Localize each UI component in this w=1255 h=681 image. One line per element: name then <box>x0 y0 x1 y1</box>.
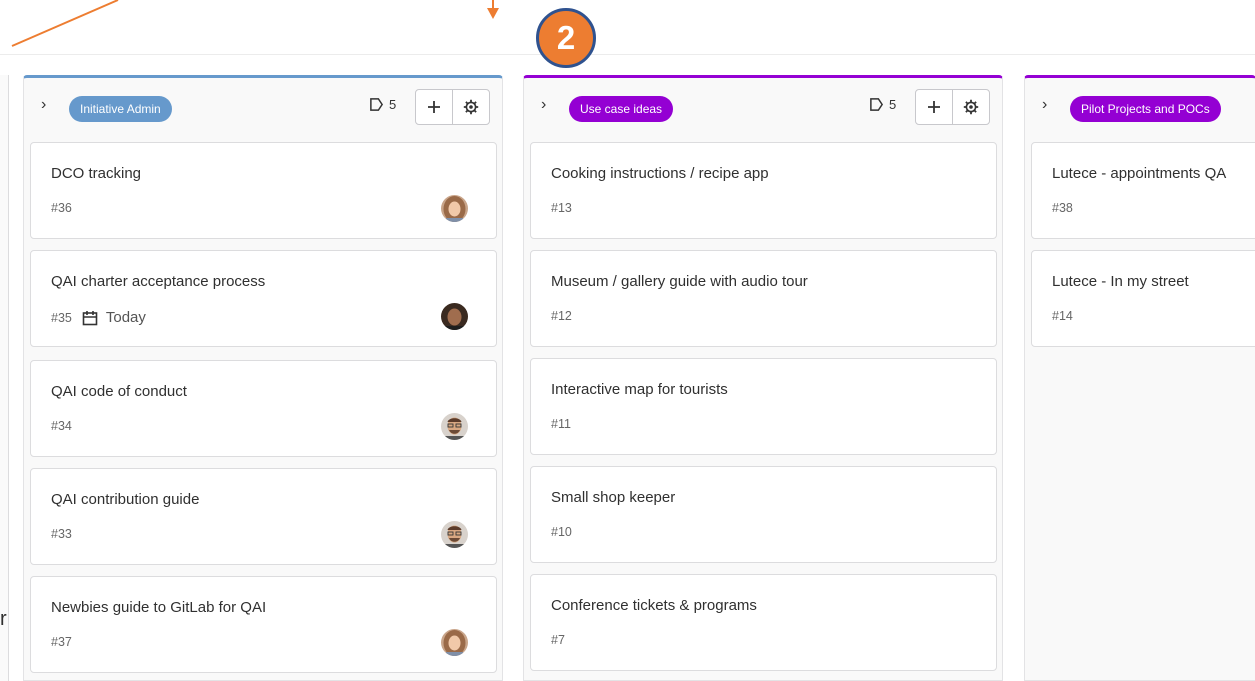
list-actions <box>915 89 990 125</box>
issue-reference: #36 <box>51 201 72 215</box>
list-settings-button[interactable] <box>452 90 489 124</box>
board-list-pilot-projects: › Pilot Projects and POCs Lutece - appoi… <box>1024 75 1255 681</box>
issue-meta: #34 <box>51 419 72 433</box>
issue-title[interactable]: Newbies guide to GitLab for QAI <box>51 599 266 616</box>
calendar-icon <box>82 310 98 325</box>
issue-reference: #11 <box>551 417 571 431</box>
issue-card[interactable]: Newbies guide to GitLab for QAI #37 <box>30 576 497 673</box>
list-header: › Pilot Projects and POCs <box>1025 78 1255 138</box>
assignee-avatar[interactable] <box>441 195 468 222</box>
issue-card[interactable]: QAI contribution guide #33 <box>30 468 497 565</box>
issue-meta: #35 Today <box>51 309 146 326</box>
previous-list-edge <box>0 75 9 681</box>
issue-card[interactable]: Lutece - In my street #14 <box>1031 250 1255 347</box>
list-label[interactable]: Initiative Admin <box>69 96 172 122</box>
list-header: › Initiative Admin 5 <box>24 78 502 138</box>
issue-title[interactable]: Museum / gallery guide with audio tour <box>551 273 808 290</box>
issues-icon <box>370 98 384 111</box>
issue-count: 5 <box>869 97 896 112</box>
issue-title[interactable]: Interactive map for tourists <box>551 381 728 398</box>
issue-title[interactable]: QAI code of conduct <box>51 383 187 400</box>
issue-card[interactable]: Conference tickets & programs #7 <box>530 574 997 671</box>
issues-icon <box>870 98 884 111</box>
assignee-avatar[interactable] <box>441 629 468 656</box>
chevron-right-icon[interactable]: › <box>1042 96 1047 114</box>
issue-title[interactable]: Small shop keeper <box>551 489 675 506</box>
issue-reference: #13 <box>551 201 572 215</box>
chevron-right-icon[interactable]: › <box>541 96 546 114</box>
issue-reference: #34 <box>51 419 72 433</box>
issue-reference: #37 <box>51 635 72 649</box>
issue-meta: #7 <box>551 633 565 647</box>
plus-icon <box>928 101 940 113</box>
issue-reference: #10 <box>551 525 572 539</box>
issue-card[interactable]: Interactive map for tourists #11 <box>530 358 997 455</box>
issue-meta: #14 <box>1052 309 1073 323</box>
plus-icon <box>428 101 440 113</box>
issue-meta: #11 <box>551 417 571 431</box>
step-number-badge: 2 <box>536 8 596 68</box>
issue-meta: #12 <box>551 309 572 323</box>
assignee-avatar[interactable] <box>441 303 468 330</box>
list-label[interactable]: Use case ideas <box>569 96 674 122</box>
issue-card[interactable]: QAI charter acceptance process #35 Today <box>30 250 497 347</box>
issue-card[interactable]: Small shop keeper #10 <box>530 466 997 563</box>
assignee-avatar[interactable] <box>441 413 468 440</box>
new-issue-button[interactable] <box>916 90 952 124</box>
board-list-initiative-admin: › Initiative Admin 5 DCO tracking #36 QA… <box>23 75 503 681</box>
chevron-right-icon[interactable]: › <box>41 96 46 114</box>
issue-title[interactable]: Lutece - appointments QA <box>1052 165 1226 182</box>
issue-card[interactable]: Cooking instructions / recipe app #13 <box>530 142 997 239</box>
issue-count: 5 <box>369 97 396 112</box>
issue-title[interactable]: Conference tickets & programs <box>551 597 757 614</box>
board-list-use-case-ideas: › Use case ideas 5 Cooking instructions … <box>523 75 1003 681</box>
issue-reference: #33 <box>51 527 72 541</box>
issue-title[interactable]: Cooking instructions / recipe app <box>551 165 769 182</box>
issue-card[interactable]: Lutece - appointments QA #38 <box>1031 142 1255 239</box>
issue-reference: #7 <box>551 633 565 647</box>
issue-reference: #14 <box>1052 309 1073 323</box>
due-date: Today <box>82 309 146 326</box>
list-settings-button[interactable] <box>952 90 989 124</box>
gear-icon <box>463 99 479 115</box>
issue-reference: #35 <box>51 310 72 325</box>
assignee-avatar[interactable] <box>441 521 468 548</box>
issue-meta: #37 <box>51 635 72 649</box>
issue-count-value: 5 <box>889 97 897 112</box>
issue-count-value: 5 <box>389 97 397 112</box>
issue-card[interactable]: DCO tracking #36 <box>30 142 497 239</box>
new-issue-button[interactable] <box>416 90 452 124</box>
issue-meta: #36 <box>51 201 72 215</box>
issue-meta: #10 <box>551 525 572 539</box>
list-header: › Use case ideas 5 <box>524 78 1002 138</box>
issue-title[interactable]: DCO tracking <box>51 165 141 182</box>
list-actions <box>415 89 490 125</box>
issue-card[interactable]: Museum / gallery guide with audio tour #… <box>530 250 997 347</box>
issue-meta: #13 <box>551 201 572 215</box>
issue-title[interactable]: QAI charter acceptance process <box>51 273 265 290</box>
issue-title[interactable]: Lutece - In my street <box>1052 273 1189 290</box>
gear-icon <box>963 99 979 115</box>
issue-meta: #38 <box>1052 201 1073 215</box>
board-top-bar <box>0 0 1255 55</box>
issue-title[interactable]: QAI contribution guide <box>51 491 199 508</box>
list-label[interactable]: Pilot Projects and POCs <box>1070 96 1221 122</box>
issue-reference: #12 <box>551 309 572 323</box>
due-date-label: Today <box>105 309 146 326</box>
issue-card[interactable]: QAI code of conduct #34 <box>30 360 497 457</box>
cut-off-text: r <box>0 608 7 630</box>
issue-meta: #33 <box>51 527 72 541</box>
issue-reference: #38 <box>1052 201 1073 215</box>
